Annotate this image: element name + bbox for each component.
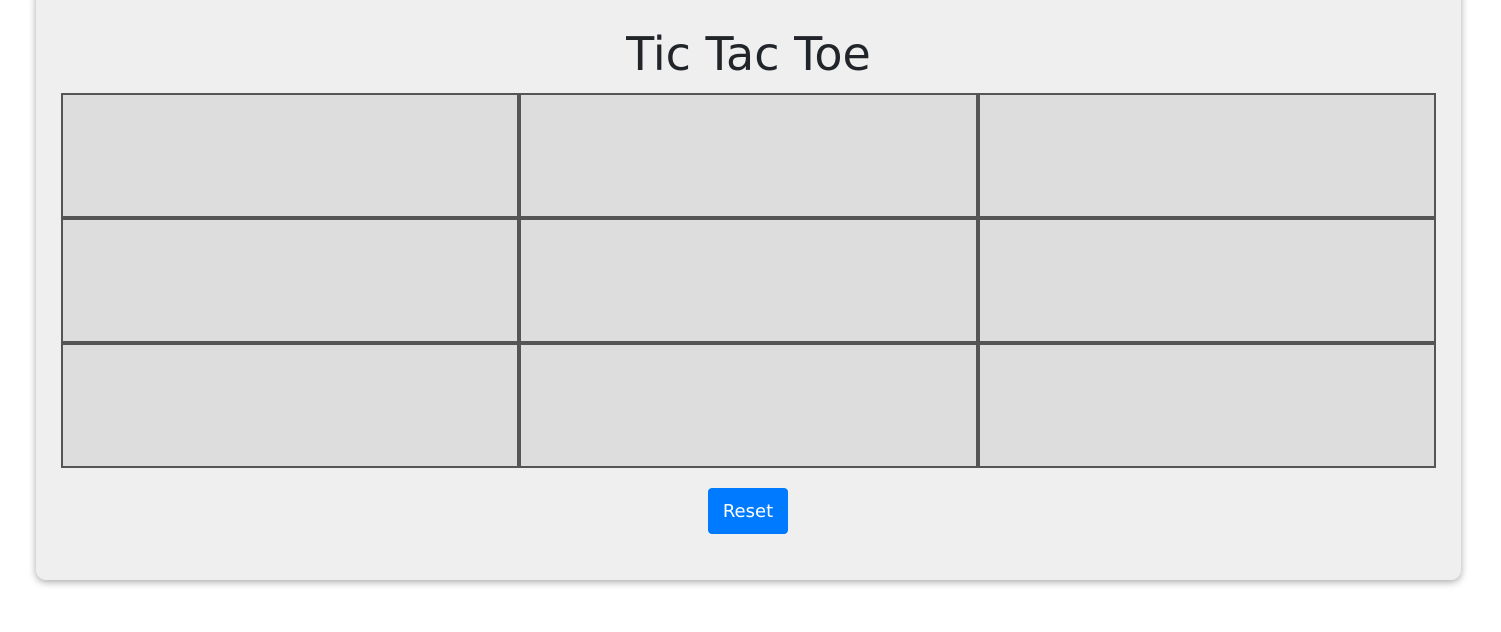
board-cell-r3-c3[interactable] xyxy=(977,343,1436,468)
board-cell-r2-c2[interactable] xyxy=(519,218,978,343)
board-cell-r1-c3[interactable] xyxy=(977,93,1436,218)
board-cell-r2-c3[interactable] xyxy=(977,218,1436,343)
game-card: Tic Tac Toe Reset xyxy=(36,0,1461,580)
page-title: Tic Tac Toe xyxy=(626,27,871,81)
game-board xyxy=(61,93,1436,468)
board-cell-r3-c1[interactable] xyxy=(61,343,520,468)
reset-button[interactable]: Reset xyxy=(708,488,788,534)
board-cell-r1-c1[interactable] xyxy=(61,93,520,218)
board-cell-r2-c1[interactable] xyxy=(61,218,520,343)
board-cell-r3-c2[interactable] xyxy=(519,343,978,468)
board-cell-r1-c2[interactable] xyxy=(519,93,978,218)
